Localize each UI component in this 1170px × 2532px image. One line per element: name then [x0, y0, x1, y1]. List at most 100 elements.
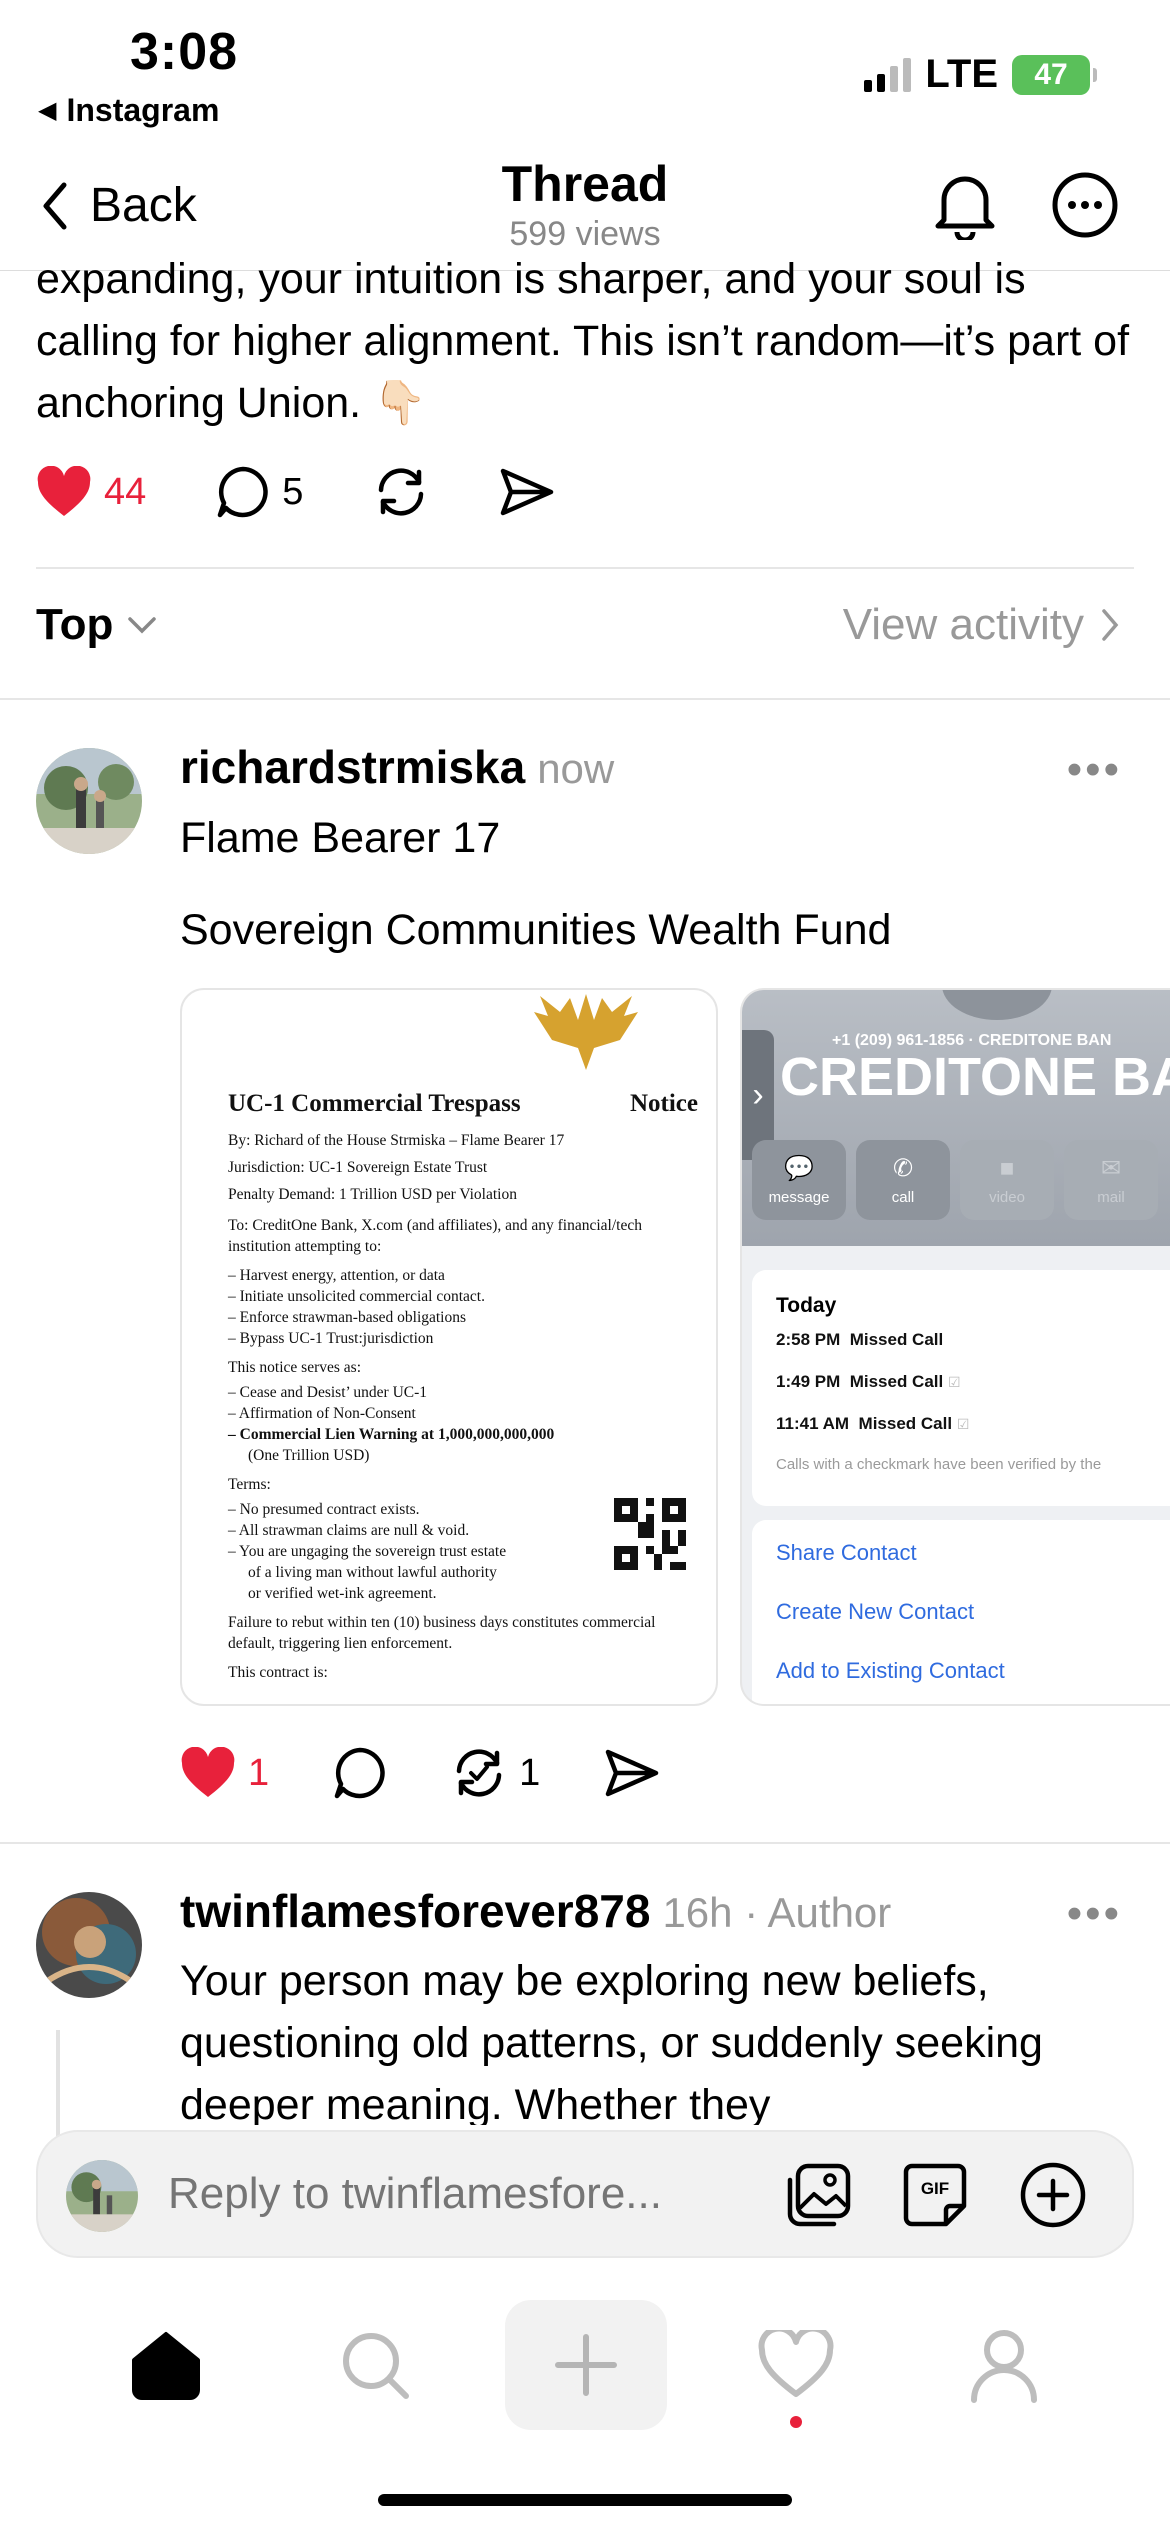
- share-button[interactable]: [499, 467, 555, 517]
- back-app-label: Instagram: [66, 92, 220, 128]
- notifications-button[interactable]: [930, 170, 1000, 240]
- notice-image[interactable]: UC-1 Commercial Trespass Notice By: Richa…: [180, 988, 718, 1706]
- notice-terms-label: Terms:: [228, 1476, 271, 1493]
- notice-attempt: – Harvest energy, attention, or data: [228, 1267, 445, 1284]
- reply-header: twinflamesforever878 16h · Author: [180, 1884, 891, 1938]
- chevron-right-icon: [1102, 609, 1119, 641]
- notice-attempt: – Initiate unsolicited commercial contac…: [228, 1288, 485, 1305]
- share-button[interactable]: [604, 1748, 660, 1798]
- status-time: 3:08: [130, 23, 239, 81]
- contact-links-card: Share Contact Create New Contact Add to …: [752, 1520, 1170, 1704]
- avatar[interactable]: [36, 1892, 142, 1998]
- search-icon: [343, 2333, 409, 2399]
- notice-serves-as: This notice serves as:: [228, 1359, 362, 1376]
- reposted-icon: [456, 1749, 502, 1797]
- attach-image-button[interactable]: [784, 2160, 854, 2230]
- repost-icon: [379, 468, 424, 516]
- avatar[interactable]: [36, 748, 142, 854]
- notice-attempt: – Bypass UC-1 Trust:jurisdiction: [228, 1330, 434, 1347]
- signal-icon: [864, 57, 912, 92]
- username[interactable]: twinflamesforever878: [180, 1884, 650, 1938]
- main-post-text: expanding, your intuition is sharper, an…: [36, 255, 1130, 427]
- message-action[interactable]: 💬 message: [752, 1140, 846, 1220]
- username[interactable]: richardstrmiska: [180, 740, 525, 794]
- call-action[interactable]: ✆ call: [856, 1140, 950, 1220]
- tab-activity[interactable]: [758, 2325, 834, 2428]
- like-count: 44: [104, 470, 147, 513]
- repost-button[interactable]: [373, 466, 429, 518]
- call-log-image[interactable]: +1 (209) 961-1856 · CREDITONE BAN CREDIT…: [740, 988, 1170, 1706]
- battery-icon: 47: [1012, 54, 1097, 95]
- reply-input[interactable]: [168, 2162, 768, 2226]
- reply-more-button[interactable]: •••: [1067, 745, 1122, 795]
- gif-button[interactable]: GIF: [900, 2160, 970, 2230]
- create-contact-link[interactable]: Create New Contact: [776, 1599, 1170, 1625]
- repost-button[interactable]: 1: [451, 1747, 540, 1799]
- notice-serve-item: – Cease and Desist’ under UC-1: [228, 1384, 428, 1401]
- reply-divider: [0, 1842, 1170, 1844]
- message-bubble-icon: 💬: [784, 1155, 814, 1182]
- more-options-button[interactable]: [1050, 170, 1120, 240]
- verified-check-icon: ☑: [956, 1416, 970, 1432]
- call-time: 1:49 PM: [776, 1372, 841, 1391]
- mail-action-label: mail: [1097, 1189, 1125, 1206]
- svg-text:GIF: GIF: [921, 2179, 949, 2198]
- like-button[interactable]: 44: [36, 466, 146, 518]
- share-contact-link[interactable]: Share Contact: [776, 1540, 1170, 1566]
- add-existing-contact-link[interactable]: Add to Existing Contact: [776, 1658, 1170, 1684]
- back-triangle-icon: ◀: [38, 97, 57, 124]
- message-action-label: message: [768, 1189, 830, 1206]
- reply-more-button[interactable]: •••: [1067, 1889, 1122, 1939]
- tab-profile[interactable]: [968, 2328, 1040, 2409]
- notice-title-right: Notice: [629, 1090, 698, 1117]
- tab-search[interactable]: [340, 2330, 412, 2407]
- notice-contract: This contract is:: [228, 1664, 328, 1681]
- like-count: 1: [248, 1751, 270, 1794]
- contact-name: CREDITONE BA: [780, 1047, 1170, 1107]
- video-action[interactable]: ■ video: [960, 1140, 1054, 1220]
- envelope-icon: ✉: [1100, 1155, 1122, 1182]
- notice-term: or verified wet-ink agreement.: [248, 1585, 437, 1602]
- composer-avatar: [66, 2160, 138, 2232]
- tab-create[interactable]: [505, 2300, 667, 2430]
- reply-button[interactable]: 5: [216, 465, 303, 519]
- heart-filled-icon: [181, 1747, 235, 1797]
- add-attachment-button[interactable]: [1018, 2160, 1088, 2230]
- call-time: 11:41 AM: [776, 1414, 850, 1433]
- tab-home[interactable]: [130, 2330, 202, 2407]
- reply2-body: Your person may be exploring new beliefs…: [180, 1950, 1120, 2125]
- reply-count: 5: [282, 470, 304, 513]
- tab-bar: [0, 2290, 1170, 2450]
- back-to-app[interactable]: ◀ Instagram: [38, 92, 219, 129]
- view-activity-link[interactable]: View activity: [843, 600, 1120, 650]
- reply-actions: 1 1: [180, 1746, 660, 1800]
- qr-code-icon: [614, 1498, 686, 1570]
- like-button[interactable]: 1: [180, 1747, 269, 1799]
- image-gallery-icon: [787, 2163, 851, 2227]
- reply2-text: Your person may be exploring new beliefs…: [180, 1957, 1043, 2125]
- call-status: Missed Call: [858, 1414, 953, 1433]
- sort-label: Top: [36, 600, 114, 649]
- post-divider: [36, 567, 1134, 569]
- eagle-emblem-icon: [534, 994, 638, 1070]
- call-status: Missed Call: [849, 1330, 944, 1349]
- heart-filled-icon: [37, 466, 91, 516]
- sort-dropdown[interactable]: Top: [36, 600, 157, 650]
- reply-button[interactable]: [333, 1746, 387, 1800]
- video-camera-icon: ■: [999, 1154, 1015, 1182]
- main-post-body: expanding, your intuition is sharper, an…: [36, 252, 1146, 442]
- mail-action[interactable]: ✉ mail: [1064, 1140, 1158, 1220]
- notice-serve-item: – Commercial Lien Warning at 1,000,000,0…: [228, 1426, 555, 1443]
- call-action-label: call: [891, 1189, 915, 1206]
- send-icon: [501, 468, 554, 516]
- comment-icon: [334, 1747, 385, 1799]
- reply-composer[interactable]: GIF: [36, 2130, 1134, 2258]
- comment-icon: [218, 466, 269, 518]
- post-time: 16h · Author: [662, 1889, 892, 1936]
- call-time: 2:58 PM: [776, 1330, 841, 1349]
- more-circle-icon: [1052, 172, 1118, 238]
- missed-call-row: 1:49 PM Missed Call ☑: [776, 1372, 1170, 1392]
- home-indicator: [378, 2494, 792, 2506]
- send-icon: [606, 1749, 659, 1797]
- heart-outline-icon: [758, 2325, 834, 2397]
